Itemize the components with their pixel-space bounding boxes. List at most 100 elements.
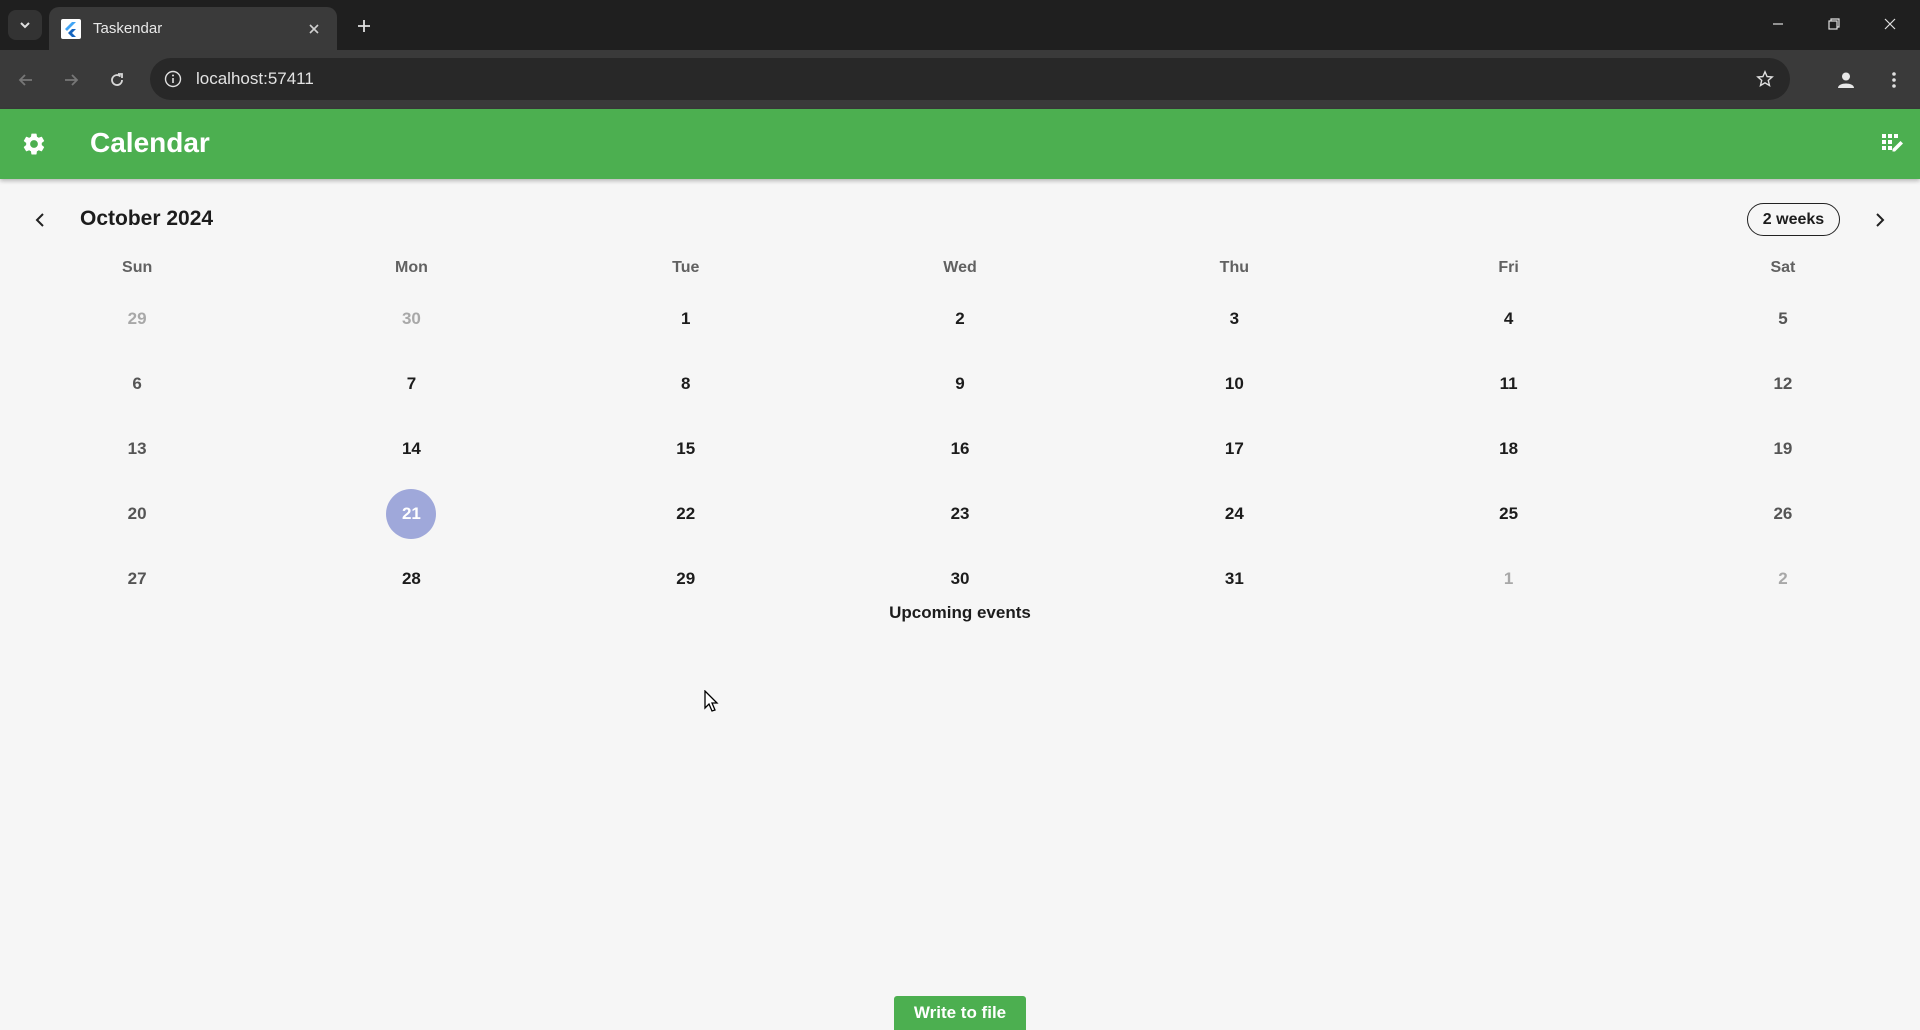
calendar-day[interactable]: 22 bbox=[549, 481, 823, 546]
close-window-button[interactable] bbox=[1870, 8, 1910, 40]
day-number: 28 bbox=[401, 568, 421, 588]
weekday-label: Sat bbox=[1770, 259, 1796, 276]
calendar-day[interactable]: 2 bbox=[823, 286, 1097, 351]
calendar-day[interactable]: 18 bbox=[1371, 416, 1645, 481]
day-number: 16 bbox=[950, 438, 970, 458]
calendar-day[interactable]: 15 bbox=[549, 416, 823, 481]
calendar-day[interactable]: 9 bbox=[823, 351, 1097, 416]
day-number: 5 bbox=[1778, 308, 1788, 328]
calendar-day[interactable]: 17 bbox=[1097, 416, 1371, 481]
more-vert-icon bbox=[1892, 72, 1896, 88]
calendar-day[interactable]: 30 bbox=[823, 546, 1097, 611]
day-number: 10 bbox=[1224, 373, 1244, 393]
calendar-day[interactable]: 14 bbox=[274, 416, 548, 481]
bookmark-star-icon[interactable] bbox=[1750, 64, 1780, 94]
day-number: 24 bbox=[1224, 503, 1244, 523]
calendar-day[interactable]: 24 bbox=[1097, 481, 1371, 546]
settings-button[interactable] bbox=[18, 128, 50, 160]
calendar-day[interactable]: 2 bbox=[1646, 546, 1920, 611]
calendar-day[interactable]: 30 bbox=[274, 286, 548, 351]
forward-button[interactable] bbox=[55, 64, 87, 96]
calendar-day[interactable]: 29 bbox=[549, 546, 823, 611]
page-title: Calendar bbox=[90, 127, 210, 158]
minimize-button[interactable] bbox=[1758, 8, 1798, 40]
day-number: 19 bbox=[1773, 438, 1793, 458]
day-number: 15 bbox=[676, 438, 696, 458]
upcoming-events-heading: Upcoming events bbox=[889, 603, 1031, 622]
day-number: 13 bbox=[127, 438, 147, 458]
calendar-day[interactable]: 7 bbox=[274, 351, 548, 416]
chevron-down-icon bbox=[20, 22, 30, 29]
calendar-day[interactable]: 29 bbox=[0, 286, 274, 351]
day-number: 30 bbox=[401, 308, 421, 328]
previous-month-button[interactable] bbox=[24, 204, 56, 236]
restore-icon bbox=[1828, 18, 1840, 30]
write-to-file-button[interactable]: Write to file bbox=[894, 996, 1026, 1030]
url-text[interactable]: localhost:57411 bbox=[196, 69, 1750, 89]
browser-tab[interactable]: Taskendar bbox=[49, 7, 337, 50]
day-number: 1 bbox=[681, 308, 691, 328]
day-number: 6 bbox=[132, 373, 142, 393]
tab-close-icon[interactable] bbox=[303, 18, 325, 40]
format-toggle-button[interactable]: 2 weeks bbox=[1747, 203, 1840, 236]
back-button[interactable] bbox=[10, 64, 42, 96]
weekday-label: Fri bbox=[1498, 259, 1519, 276]
day-number: 1 bbox=[1503, 568, 1514, 588]
calendar-day[interactable]: 25 bbox=[1371, 481, 1645, 546]
calendar-day[interactable]: 11 bbox=[1371, 351, 1645, 416]
browser-menu-button[interactable] bbox=[1878, 64, 1910, 96]
calendar-day[interactable]: 26 bbox=[1646, 481, 1920, 546]
weekday-label: Wed bbox=[943, 259, 977, 276]
calendar-day[interactable]: 6 bbox=[0, 351, 274, 416]
plus-icon bbox=[358, 20, 370, 32]
calendar-day[interactable]: 10 bbox=[1097, 351, 1371, 416]
calendar-day[interactable]: 13 bbox=[0, 416, 274, 481]
calendar-day[interactable]: 27 bbox=[0, 546, 274, 611]
chevron-right-icon bbox=[1876, 213, 1885, 227]
tab-title: Taskendar bbox=[93, 20, 163, 37]
calendar-day[interactable]: 1 bbox=[549, 286, 823, 351]
calendar-day[interactable]: 1 bbox=[1371, 546, 1645, 611]
restore-button[interactable] bbox=[1814, 8, 1854, 40]
profile-button[interactable] bbox=[1830, 64, 1862, 96]
weekday-label: Tue bbox=[672, 259, 700, 276]
browser-tab-bar: Taskendar bbox=[0, 0, 1920, 50]
calendar-day[interactable]: 4 bbox=[1371, 286, 1645, 351]
calendar-day[interactable]: 20 bbox=[0, 481, 274, 546]
day-number: 11 bbox=[1499, 373, 1518, 393]
day-number: 29 bbox=[127, 308, 147, 328]
day-number: 29 bbox=[676, 568, 696, 588]
weekday-label: Thu bbox=[1219, 259, 1249, 276]
calendar-day[interactable]: 5 bbox=[1646, 286, 1920, 351]
arrow-left-icon bbox=[18, 74, 32, 86]
reload-icon bbox=[111, 73, 123, 86]
weekday-label: Mon bbox=[395, 259, 428, 276]
calendar-day[interactable]: 3 bbox=[1097, 286, 1371, 351]
day-number: 23 bbox=[950, 503, 970, 523]
calendar-grid: 29 30 1 2 3 4 5 6 7 8 9 10 11 12 13 14 15 16 17 18 19 20 21 22 2… bbox=[0, 286, 1920, 611]
calendar-day[interactable]: 31 bbox=[1097, 546, 1371, 611]
next-month-button[interactable] bbox=[1864, 204, 1896, 236]
calendar-day[interactable]: 28 bbox=[274, 546, 548, 611]
day-number: 18 bbox=[1499, 438, 1519, 458]
tab-search-button[interactable] bbox=[8, 10, 42, 40]
reload-button[interactable] bbox=[101, 64, 133, 96]
site-info-icon[interactable] bbox=[160, 66, 186, 92]
address-bar[interactable]: localhost:57411 bbox=[150, 58, 1790, 100]
calendar-day[interactable]: 19 bbox=[1646, 416, 1920, 481]
app-bar: Calendar bbox=[0, 109, 1920, 179]
calendar-day-today[interactable]: 21 bbox=[274, 481, 548, 546]
person-icon bbox=[1838, 72, 1854, 88]
day-number: 7 bbox=[406, 373, 417, 393]
day-number: 9 bbox=[955, 373, 965, 393]
calendar-day[interactable]: 8 bbox=[549, 351, 823, 416]
calendar-view-button[interactable] bbox=[1876, 128, 1908, 160]
calendar-day[interactable]: 12 bbox=[1646, 351, 1920, 416]
new-tab-button[interactable] bbox=[350, 12, 378, 40]
day-number: 31 bbox=[1224, 568, 1244, 588]
minimize-icon bbox=[1773, 23, 1783, 25]
calendar-day[interactable]: 23 bbox=[823, 481, 1097, 546]
weekday-header: Sun Mon Tue Wed Thu Fri Sat bbox=[0, 255, 1920, 281]
day-number: 2 bbox=[1778, 568, 1788, 588]
calendar-day[interactable]: 16 bbox=[823, 416, 1097, 481]
